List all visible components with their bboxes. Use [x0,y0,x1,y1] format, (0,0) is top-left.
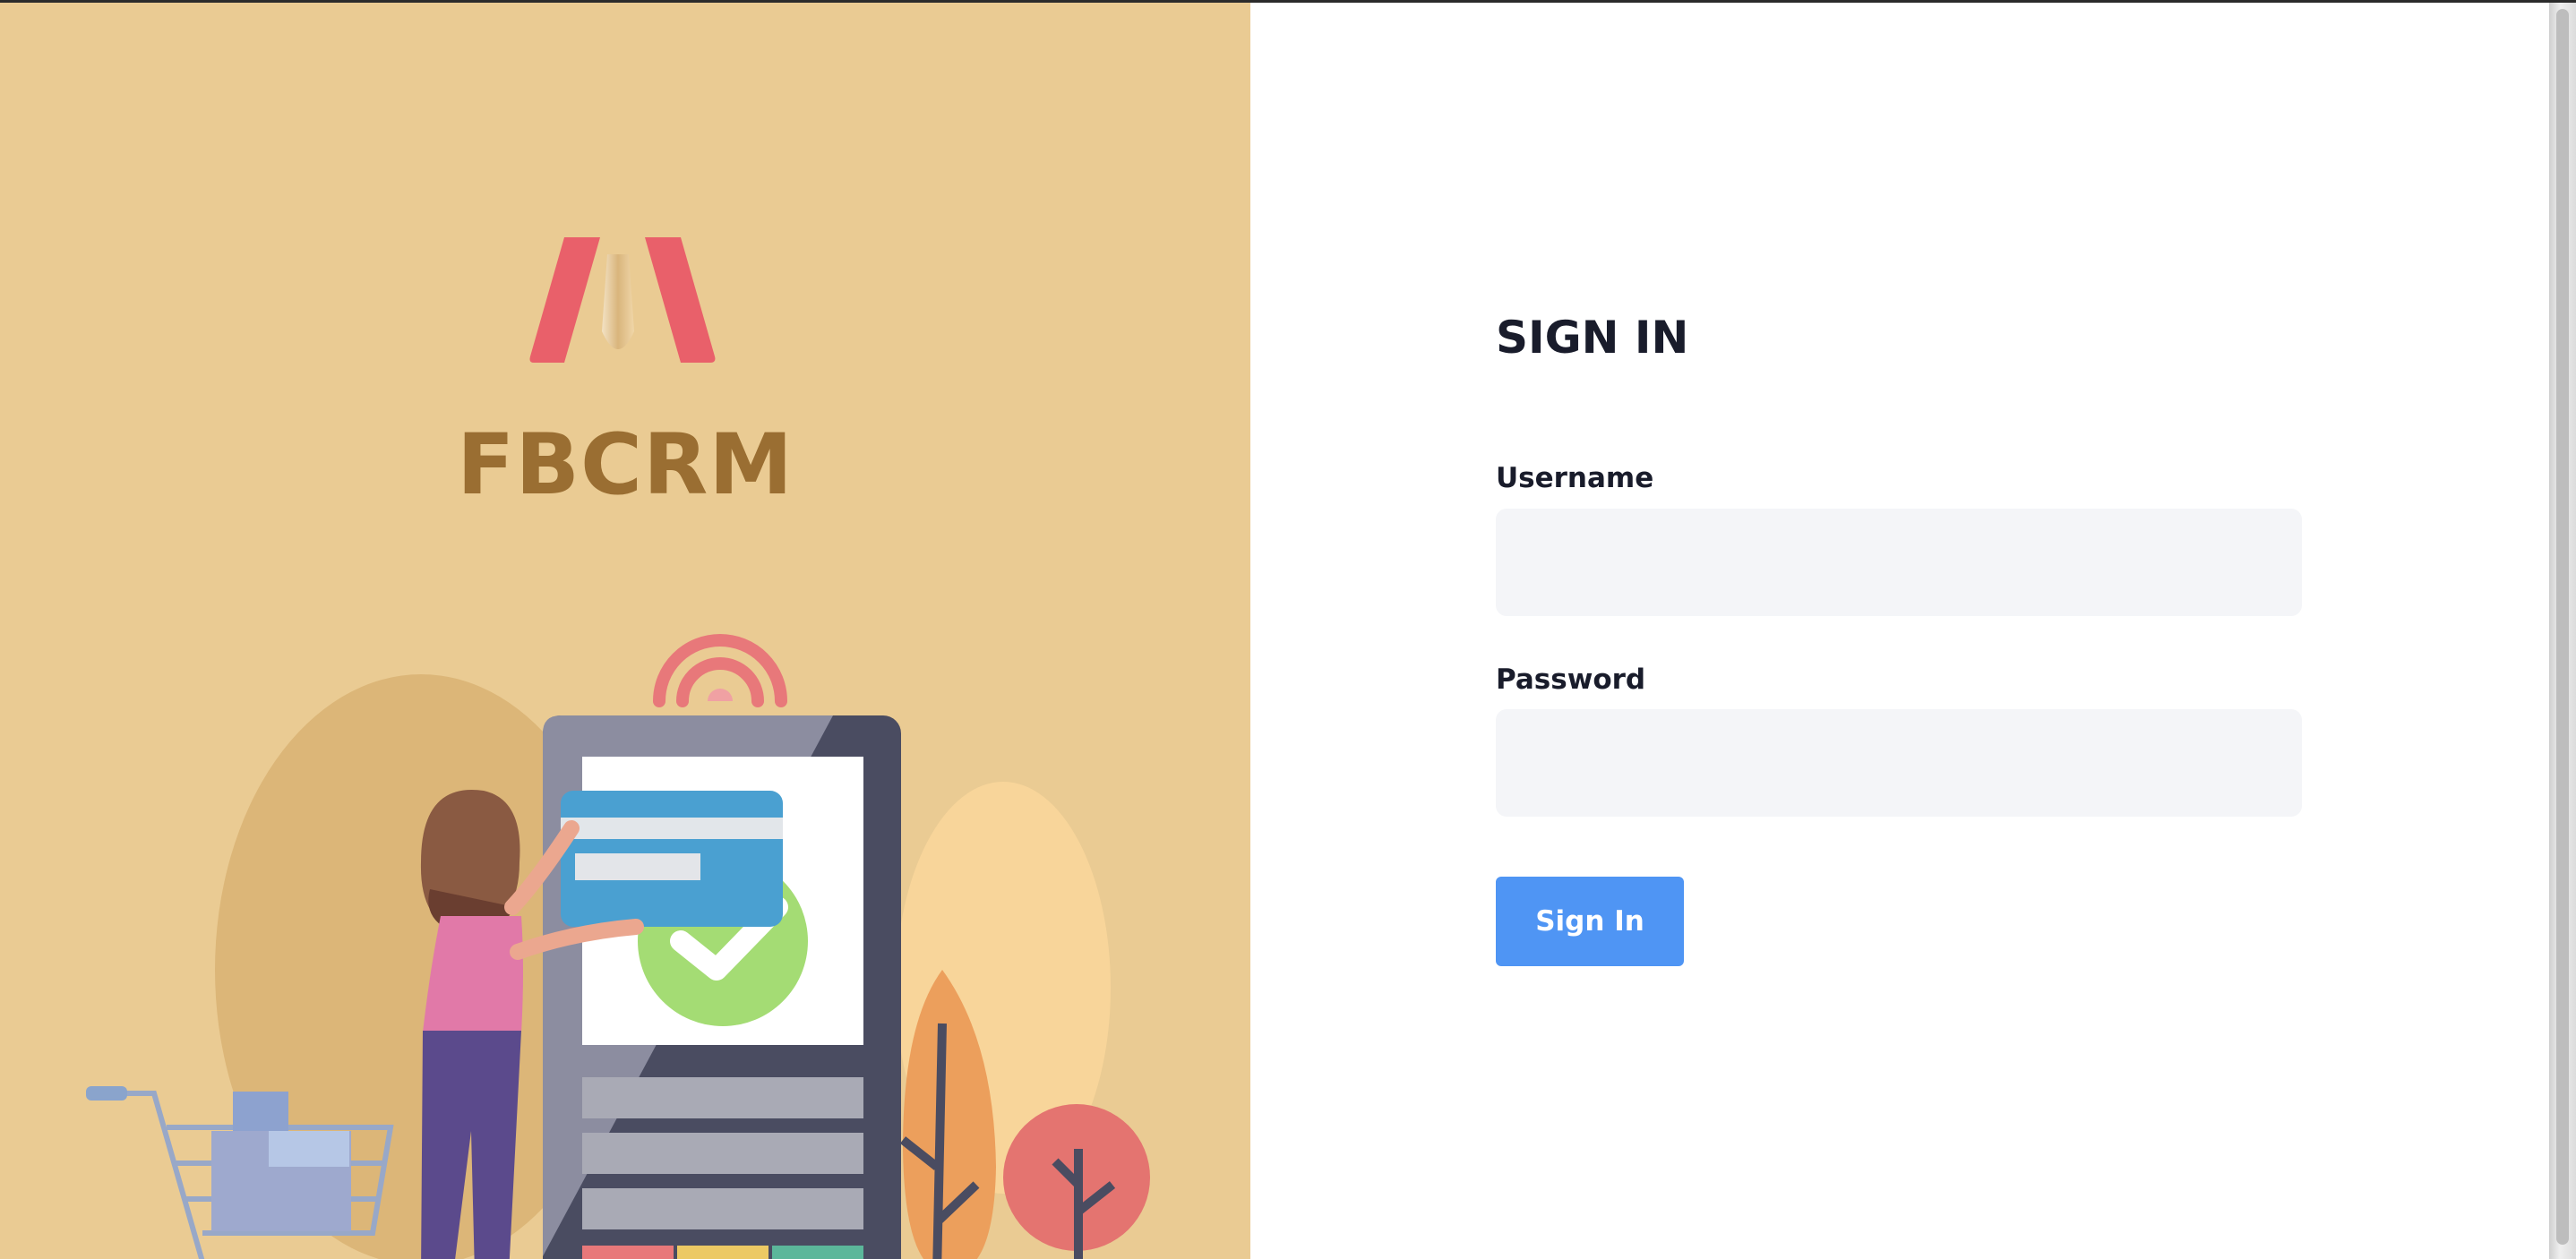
payment-terminal-illustration [86,634,1150,1259]
sign-in-panel: SIGN IN Username Password Sign In [1250,3,2549,1259]
sign-in-button[interactable]: Sign In [1496,877,1684,966]
scrollbar[interactable] [2549,0,2576,1259]
fbcrm-logo-icon [529,237,716,363]
username-label: Username [1496,462,1654,494]
brand-name: FBCRM [457,416,794,514]
window-top-border [0,0,2576,3]
password-input[interactable] [1496,709,2302,817]
scrollbar-thumb[interactable] [2556,9,2569,1245]
branding-panel: FBCRM [0,3,1250,1259]
sign-in-title: SIGN IN [1496,312,1689,364]
password-label: Password [1496,664,1646,696]
username-input[interactable] [1496,509,2302,616]
